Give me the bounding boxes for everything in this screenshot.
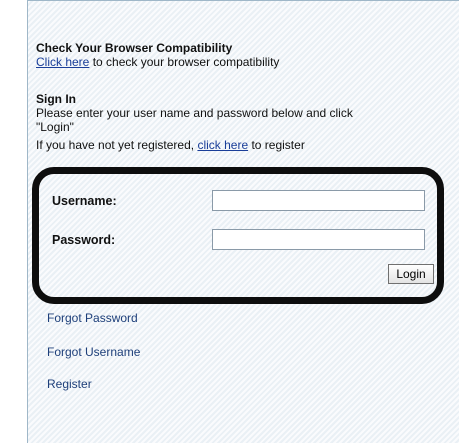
signin-instructions-line2: "Login": [36, 120, 74, 134]
compatibility-heading: Check Your Browser Compatibility: [36, 41, 233, 55]
register-suffix: to register: [248, 138, 305, 152]
compatibility-line: Click here to check your browser compati…: [36, 55, 279, 69]
forgot-password-link[interactable]: Forgot Password: [47, 311, 138, 325]
username-label: Username:: [52, 194, 117, 208]
username-input[interactable]: [212, 190, 425, 211]
login-button[interactable]: Login: [388, 264, 434, 284]
password-label: Password:: [52, 233, 116, 247]
signin-heading: Sign In: [36, 92, 76, 106]
forgot-username-link[interactable]: Forgot Username: [47, 345, 140, 359]
register-link[interactable]: Register: [47, 377, 92, 391]
password-input[interactable]: [212, 229, 425, 250]
compatibility-suffix: to check your browser compatibility: [89, 55, 280, 69]
register-prefix: If you have not yet registered,: [36, 138, 198, 152]
compatibility-check-link[interactable]: Click here: [36, 55, 89, 69]
signin-instructions-line1: Please enter your user name and password…: [36, 106, 353, 120]
register-click-link[interactable]: click here: [197, 138, 248, 152]
register-line: If you have not yet registered, click he…: [36, 138, 305, 152]
